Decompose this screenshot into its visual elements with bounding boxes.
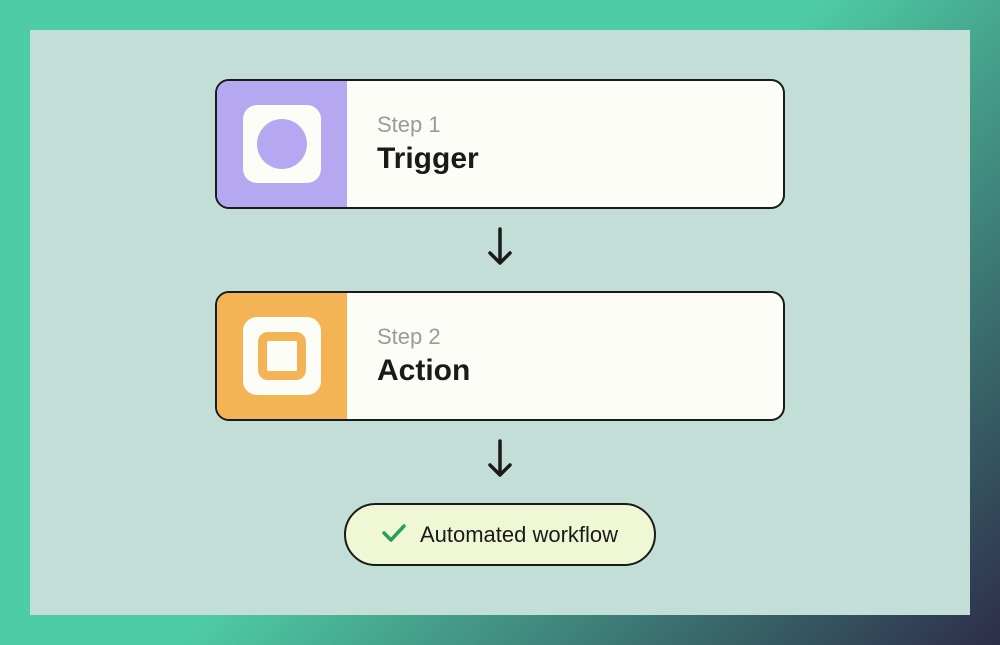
step-label: Step 1 <box>377 112 753 138</box>
workflow-diagram: Step 1 Trigger Step 2 Action Automa <box>30 30 970 615</box>
step-title: Trigger <box>377 142 753 176</box>
arrow-down-icon <box>486 227 514 273</box>
checkmark-icon <box>382 519 406 550</box>
step-content: Step 1 Trigger <box>347 81 783 207</box>
step-card-trigger: Step 1 Trigger <box>215 79 785 209</box>
icon-frame <box>243 317 321 395</box>
icon-frame <box>243 105 321 183</box>
step-title: Action <box>377 354 753 388</box>
action-icon-box <box>217 293 347 419</box>
step-content: Step 2 Action <box>347 293 783 419</box>
result-text: Automated workflow <box>420 522 618 548</box>
result-pill: Automated workflow <box>344 503 656 566</box>
square-icon <box>258 332 306 380</box>
trigger-icon-box <box>217 81 347 207</box>
arrow-down-icon <box>486 439 514 485</box>
step-card-action: Step 2 Action <box>215 291 785 421</box>
circle-icon <box>257 119 307 169</box>
step-label: Step 2 <box>377 324 753 350</box>
